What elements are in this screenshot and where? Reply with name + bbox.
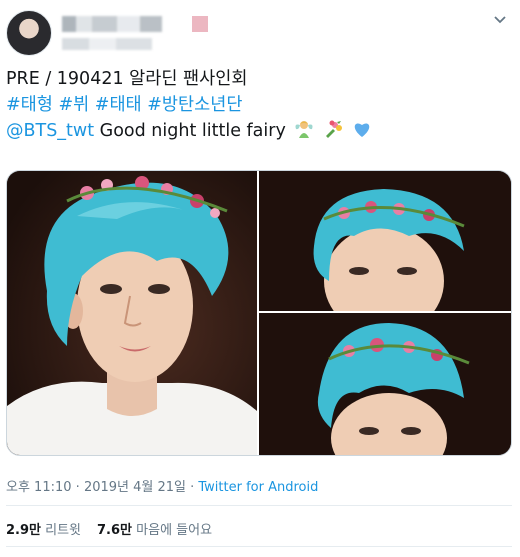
blurred-badge — [192, 16, 208, 32]
retweets-label: 리트윗 — [41, 523, 82, 538]
avatar[interactable] — [6, 10, 52, 56]
separator: · — [185, 480, 199, 495]
tweet-source-link[interactable]: Twitter for Android — [198, 480, 318, 495]
likes-count: 7.6만 — [97, 523, 133, 538]
blue-heart-emoji-icon — [354, 123, 369, 137]
hashtag-link[interactable]: #뷔 — [58, 95, 89, 115]
mention-link[interactable]: @BTS_twt — [6, 121, 94, 141]
message-text: Good night little fairy — [94, 121, 286, 141]
chevron-down-icon[interactable] — [490, 12, 510, 32]
likes-stat[interactable]: 7.6만 마음에 들어요 — [97, 523, 212, 538]
hashtag-link[interactable]: #방탄소년단 — [147, 95, 242, 115]
photo-2[interactable] — [259, 171, 511, 311]
divider — [6, 505, 512, 506]
photo-grid — [6, 170, 512, 456]
hashtag-link[interactable]: #태태 — [95, 95, 142, 115]
fairy-emoji-icon — [295, 121, 313, 138]
bouquet-emoji-icon — [325, 120, 342, 138]
blurred-handle — [62, 38, 152, 50]
tweet-timestamp: 오후 11:10 · 2019년 4월 21일 · Twitter for An… — [6, 476, 318, 495]
tweet: PRE / 190421 알라딘 팬사인회 #태형 #뷔 #태태 #방탄소년단 … — [0, 0, 520, 557]
photo-3[interactable] — [259, 313, 511, 455]
tweet-date[interactable]: 2019년 4월 21일 — [84, 480, 186, 495]
retweets-count: 2.9만 — [6, 523, 41, 538]
photo-1[interactable] — [7, 171, 257, 455]
tweet-line-title: PRE / 190421 알라딘 팬사인회 — [6, 69, 248, 89]
retweets-stat[interactable]: 2.9만 리트윗 — [6, 523, 81, 538]
divider — [6, 546, 512, 547]
blurred-display-name — [62, 16, 162, 32]
hashtag-link[interactable]: #태형 — [6, 95, 53, 115]
tweet-stats: 2.9만 리트윗 7.6만 마음에 들어요 — [6, 519, 212, 538]
likes-label: 마음에 들어요 — [132, 523, 213, 538]
hashtag-line: #태형 #뷔 #태태 #방탄소년단 — [6, 92, 511, 118]
tweet-text: PRE / 190421 알라딘 팬사인회 #태형 #뷔 #태태 #방탄소년단 … — [6, 66, 511, 144]
tweet-time[interactable]: 오후 11:10 — [6, 480, 72, 495]
separator: · — [71, 480, 84, 495]
message-line: @BTS_twt Good night little fairy — [6, 118, 511, 144]
